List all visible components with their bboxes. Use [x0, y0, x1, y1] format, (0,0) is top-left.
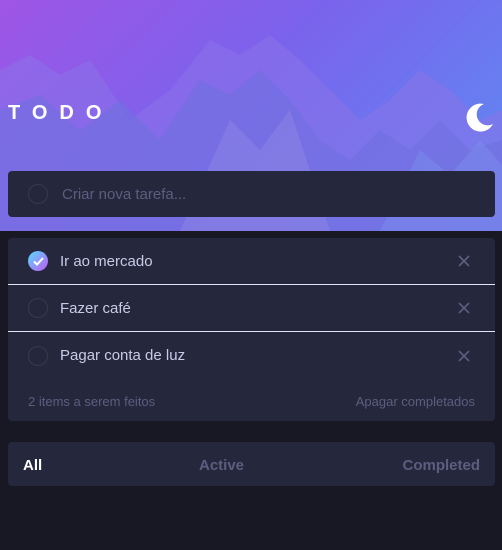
app-title: TODO: [8, 102, 114, 124]
items-left-count: 2 items a serem feitos: [28, 393, 156, 409]
new-todo-input[interactable]: [62, 185, 462, 203]
new-todo-bar: [8, 171, 495, 217]
filter-completed[interactable]: Completed: [402, 457, 480, 474]
filter-all[interactable]: All: [23, 457, 42, 474]
todo-item: Fazer café: [8, 285, 495, 332]
close-icon[interactable]: [457, 301, 471, 315]
todo-item: Pagar conta de luz: [8, 332, 495, 379]
checkbox-icon[interactable]: [28, 298, 48, 318]
checkbox-icon[interactable]: [28, 345, 48, 366]
new-todo-circle-icon: [28, 184, 48, 204]
clear-completed-button[interactable]: Apagar completados: [356, 394, 475, 409]
list-footer: 2 items a serem feitos Apagar completado…: [8, 381, 495, 421]
todo-list: Ir ao mercado Fazer café Pagar conta de …: [8, 238, 495, 421]
close-icon[interactable]: [457, 254, 471, 268]
todo-label: Fazer café: [60, 299, 131, 317]
filter-active[interactable]: Active: [199, 457, 244, 474]
filter-bar: All Active Completed: [8, 442, 495, 486]
todo-label: Pagar conta de luz: [60, 347, 186, 364]
checkbox-checked-icon[interactable]: [28, 251, 48, 271]
todo-label: Ir ao mercado: [60, 252, 153, 270]
moon-icon[interactable]: [462, 100, 496, 134]
close-icon[interactable]: [457, 349, 471, 363]
todo-item: Ir ao mercado: [8, 238, 495, 285]
